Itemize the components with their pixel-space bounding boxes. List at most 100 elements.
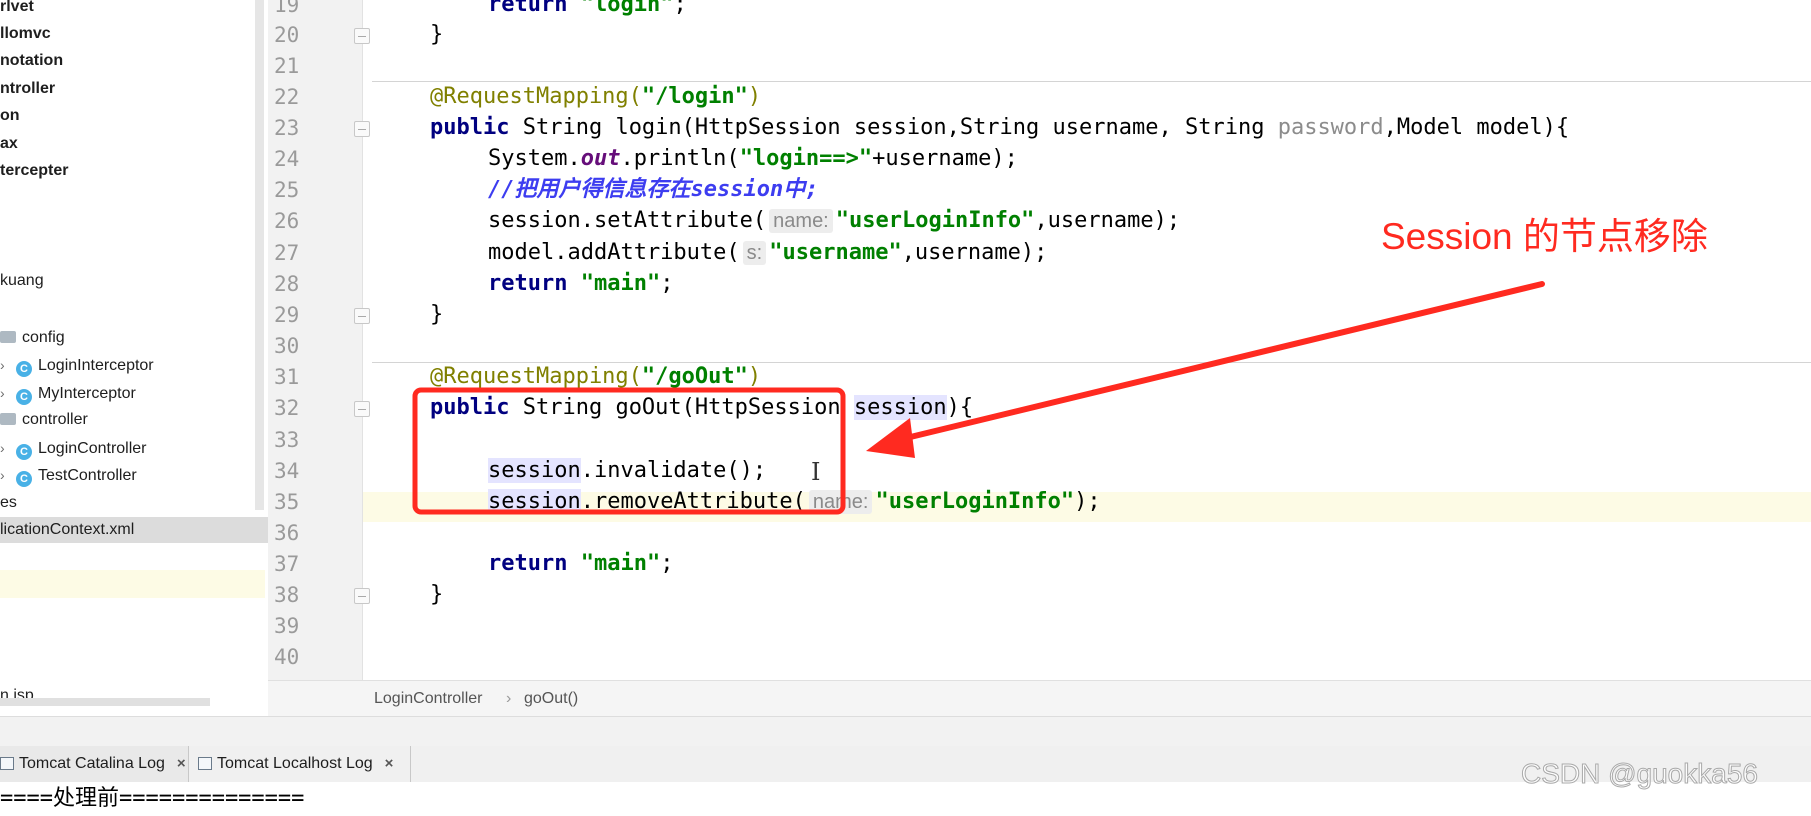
code-line-31[interactable]: @RequestMapping("/goOut"): [430, 362, 761, 392]
tree-item-logininterceptor[interactable]: › C LoginInterceptor: [0, 352, 154, 378]
keyword-return: return: [488, 551, 568, 576]
tree-item-controller[interactable]: controller: [0, 407, 88, 433]
code-token: String goOut(HttpSession: [509, 395, 854, 420]
code-line-24[interactable]: System.out.println("login==>"+username);: [488, 144, 1018, 174]
code-comment: //把用户得信息存在session中;: [488, 177, 819, 202]
code-token: ;: [660, 551, 674, 576]
tab-label: Tomcat Localhost Log: [217, 755, 373, 772]
parameter-hint: name:: [769, 209, 833, 233]
code-line-28[interactable]: return "main";: [488, 269, 673, 299]
console-line: ====处理前==============: [0, 786, 305, 811]
code-line-25[interactable]: //把用户得信息存在session中;: [488, 175, 818, 205]
fold-marker[interactable]: [354, 401, 370, 417]
code-token: .invalidate();: [580, 458, 767, 483]
code-line-19[interactable]: return "login";: [488, 0, 687, 20]
chevron-right-icon[interactable]: ›: [0, 380, 16, 406]
chevron-right-icon[interactable]: ›: [0, 462, 16, 488]
fold-marker[interactable]: [354, 308, 370, 324]
tab-tomcat-localhost-log[interactable]: Tomcat Localhost Log ×: [190, 746, 411, 782]
tree-item[interactable]: ax: [0, 131, 18, 157]
sidebar-horizontal-scrollbar[interactable]: [0, 698, 210, 706]
code-token: ,Model model){: [1383, 115, 1570, 140]
tree-item[interactable]: ntroller: [0, 76, 55, 102]
fold-marker[interactable]: [354, 121, 370, 137]
code-line-22[interactable]: @RequestMapping("/login"): [430, 82, 761, 112]
tree-item-logincontroller[interactable]: › C LoginController: [0, 435, 147, 461]
code-token: ;: [660, 271, 674, 296]
code-token: String login(HttpSession session,String …: [509, 115, 1278, 140]
tree-item[interactable]: notation: [0, 48, 63, 74]
code-token: model.addAttribute(: [488, 240, 740, 265]
editor-breadcrumb: LoginController › goOut(): [268, 680, 1811, 717]
breadcrumb-method[interactable]: goOut(): [524, 681, 578, 717]
breadcrumb-class[interactable]: LoginController: [374, 681, 483, 717]
close-icon[interactable]: ×: [177, 746, 186, 782]
class-icon: C: [16, 361, 32, 377]
line-number: 20: [274, 23, 300, 47]
code-line-35[interactable]: session.removeAttribute(name: "userLoginI…: [488, 487, 1101, 517]
code-token: }: [430, 22, 444, 47]
line-number: 32: [274, 396, 300, 420]
keyword-public: public: [430, 115, 510, 140]
highlighted-identifier: session: [853, 395, 947, 420]
string-literal: "main": [580, 271, 661, 296]
tree-item[interactable]: on: [0, 103, 20, 129]
chevron-right-icon[interactable]: ›: [0, 435, 16, 461]
code-line-27[interactable]: model.addAttribute(s: "username",username…: [488, 238, 1047, 268]
tree-item-config[interactable]: config: [0, 325, 65, 351]
line-number: 38: [274, 583, 300, 607]
folder-icon: [0, 331, 16, 343]
code-line-23[interactable]: public String login(HttpSession session,…: [430, 113, 1569, 143]
tree-item[interactable]: tercepter: [0, 158, 68, 184]
tab-tomcat-catalina-log[interactable]: Tomcat Catalina Log ×: [0, 746, 189, 782]
tree-item-label: LoginController: [38, 440, 147, 457]
parameter-hint: s:: [742, 241, 767, 265]
line-number: 26: [274, 209, 300, 233]
line-number: 35: [274, 490, 300, 514]
code-token: .println(: [620, 146, 740, 171]
tree-item-package[interactable]: kuang: [0, 268, 44, 294]
code-line-29[interactable]: }: [430, 300, 443, 330]
tree-item-applicationcontext[interactable]: licationContext.xml: [0, 517, 268, 543]
line-number: 37: [274, 552, 300, 576]
fold-marker[interactable]: [354, 28, 370, 44]
tree-hover-row: [0, 570, 265, 598]
tree-item-label: rlvet: [0, 0, 34, 15]
string-literal: "login==>": [739, 146, 873, 171]
close-icon[interactable]: ×: [385, 746, 394, 782]
tree-item-resources[interactable]: es: [0, 490, 17, 516]
tree-item-label: on: [0, 107, 20, 124]
line-number: 19: [274, 0, 300, 17]
highlighted-identifier: session: [488, 458, 581, 483]
line-number: 31: [274, 365, 300, 389]
code-line-32[interactable]: public String goOut(HttpSession session)…: [430, 393, 973, 423]
line-number: 27: [274, 241, 300, 265]
code-line-20[interactable]: }: [430, 20, 443, 50]
annotation-token: ): [747, 364, 762, 389]
code-token: ,username);: [1034, 208, 1181, 233]
fold-marker[interactable]: [354, 588, 370, 604]
tree-item-label: controller: [22, 411, 88, 428]
tree-item-testcontroller[interactable]: › C TestController: [0, 462, 137, 488]
string-literal: "userLoginInfo": [875, 489, 1075, 514]
parameter-hint: name:: [808, 490, 873, 514]
tree-item[interactable]: llomvc: [0, 21, 51, 47]
tree-item-label: notation: [0, 52, 64, 69]
code-token: .removeAttribute(: [580, 489, 806, 514]
string-literal: "/goOut": [641, 364, 748, 389]
tree-item-myinterceptor[interactable]: › C MyInterceptor: [0, 380, 136, 406]
tree-item-label: tercepter: [0, 162, 69, 179]
string-literal: "username": [769, 240, 902, 265]
code-line-38[interactable]: }: [430, 580, 443, 610]
tree-item-label: ntroller: [0, 80, 56, 97]
tree-item-label: MyInterceptor: [38, 385, 136, 402]
code-line-26[interactable]: session.setAttribute(name: "userLoginInfo…: [488, 206, 1180, 236]
tree-item-label: ax: [0, 135, 18, 152]
annotation-token: ): [747, 84, 762, 109]
chevron-right-icon[interactable]: ›: [0, 352, 16, 378]
sidebar-scrollbar[interactable]: [255, 0, 264, 510]
code-editor[interactable]: 19 20 21 22 23 24 25 26 27 28 29 30 31 3…: [268, 0, 1811, 680]
code-line-37[interactable]: return "main";: [488, 549, 673, 579]
code-line-34[interactable]: session.invalidate();: [488, 456, 766, 486]
tree-item[interactable]: rlvet: [0, 0, 34, 20]
